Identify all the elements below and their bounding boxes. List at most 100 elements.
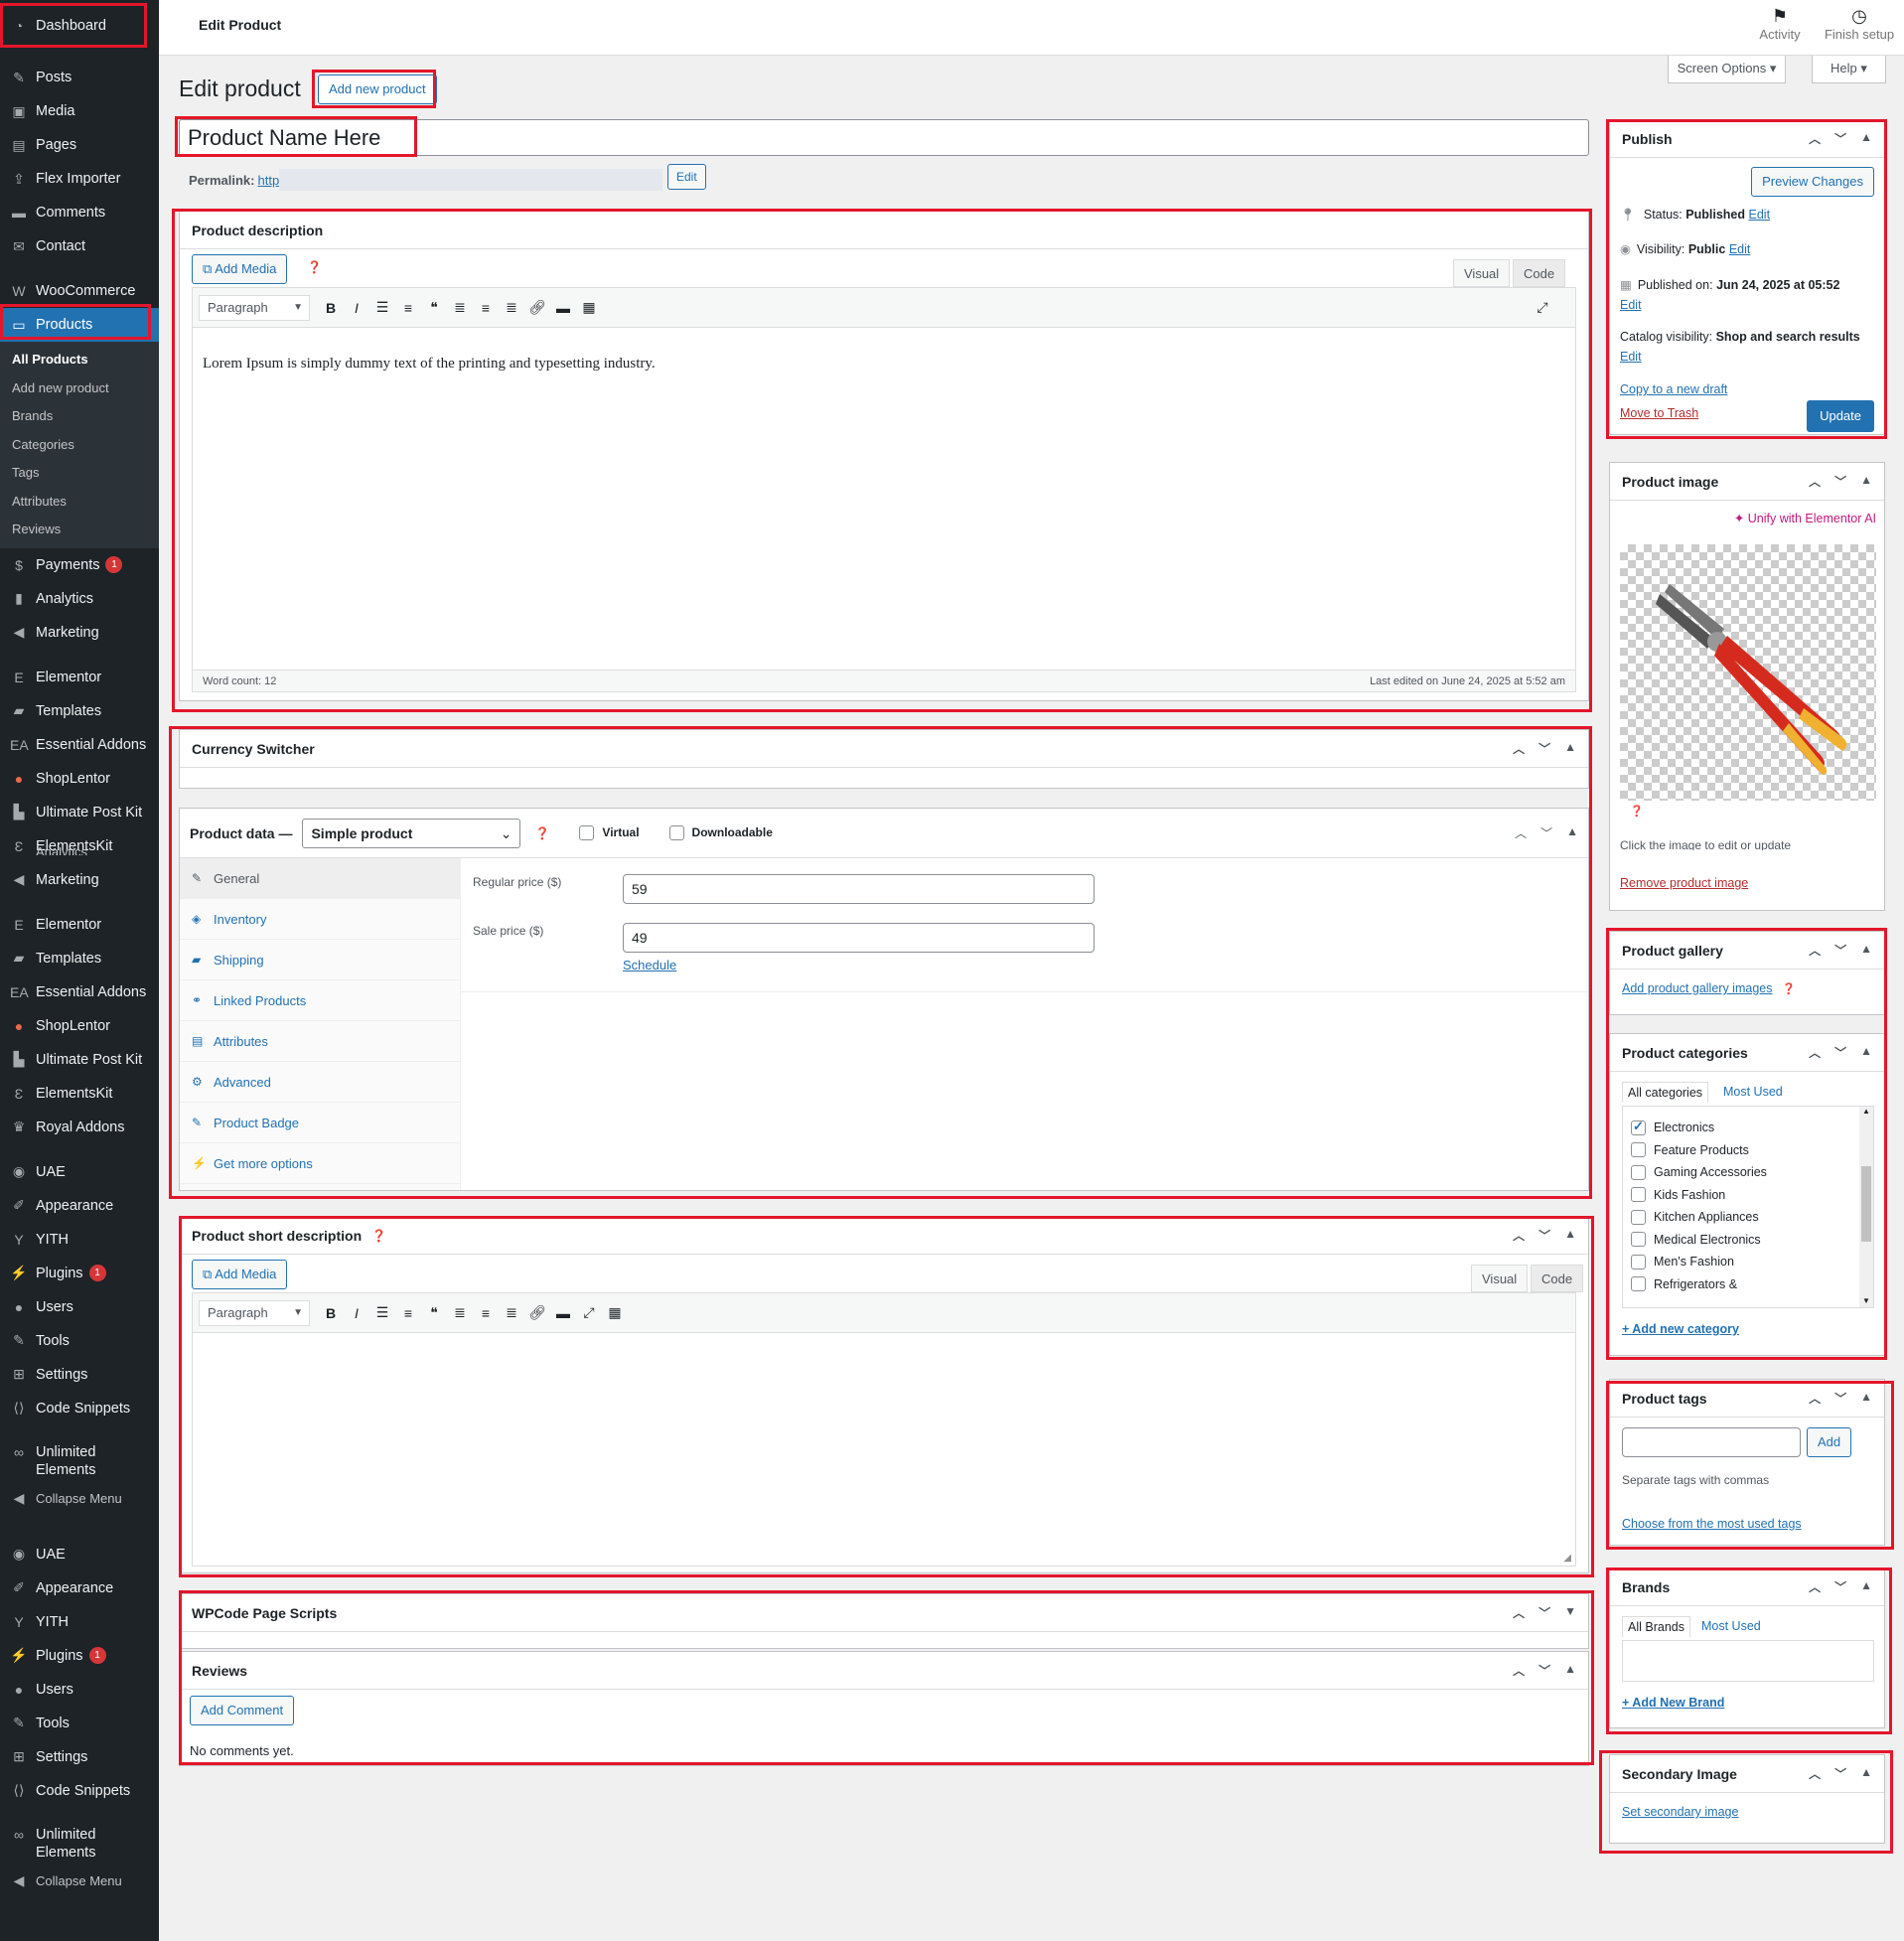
category-checkbox[interactable]: [1631, 1164, 1646, 1180]
panel-header[interactable]: Brands ︿ ﹀ ▲: [1610, 1568, 1884, 1606]
bold-icon[interactable]: B: [318, 300, 344, 316]
chevron-down-icon[interactable]: ﹀: [1538, 1227, 1550, 1244]
tab-attributes[interactable]: ▤ Attributes: [180, 1021, 460, 1062]
category-checkbox[interactable]: [1631, 1209, 1646, 1225]
panel-header[interactable]: Product gallery ︿ ﹀ ▲: [1610, 932, 1884, 970]
finish-setup-button[interactable]: ◷ Finish setup: [1820, 6, 1899, 42]
italic-icon[interactable]: I: [344, 1305, 369, 1321]
short-editor-content[interactable]: [193, 1333, 1575, 1542]
remove-image-link[interactable]: Remove product image: [1620, 876, 1748, 890]
set-secondary-image-link[interactable]: Set secondary image: [1622, 1805, 1738, 1819]
panel-header[interactable]: Publish ︿ ﹀ ▲: [1610, 120, 1884, 158]
category-checkbox[interactable]: [1631, 1276, 1646, 1292]
category-item[interactable]: Medical Electronics: [1631, 1229, 1873, 1252]
submenu-add-new-product[interactable]: Add new product: [0, 374, 159, 403]
toggle-icon[interactable]: ▲: [1860, 1765, 1872, 1782]
toggle-icon[interactable]: ▲: [1860, 1578, 1872, 1595]
add-comment-button[interactable]: Add Comment: [190, 1696, 295, 1725]
sidebar-item-posts[interactable]: ✎ Posts: [0, 61, 159, 94]
add-media-button[interactable]: ⧉ Add Media: [192, 254, 288, 284]
toggle-icon[interactable]: ▼: [1564, 1604, 1576, 1621]
sidebar-item-comments[interactable]: ▬ Comments: [0, 196, 159, 229]
align-right-icon[interactable]: ≣: [499, 1304, 524, 1321]
align-center-icon[interactable]: ≡: [473, 300, 499, 316]
category-checkbox[interactable]: [1631, 1119, 1646, 1135]
category-item[interactable]: Refrigerators &: [1631, 1273, 1873, 1296]
panel-header[interactable]: Product tags ︿ ﹀ ▲: [1610, 1380, 1884, 1418]
chevron-down-icon[interactable]: ﹀: [1540, 824, 1552, 841]
toolbar-toggle-icon[interactable]: ▦: [576, 299, 602, 316]
tag-input[interactable]: [1622, 1427, 1801, 1457]
format-select[interactable]: Paragraph ▼: [199, 1299, 310, 1326]
chevron-down-icon[interactable]: ﹀: [1834, 942, 1846, 959]
chevron-up-icon[interactable]: ︿: [1809, 942, 1821, 959]
sidebar-item-tools[interactable]: ✎ Tools: [0, 1324, 159, 1358]
sidebar-item-unlimited-elements[interactable]: ∞ Unlimited Elements: [0, 1436, 159, 1482]
scroll-down-icon[interactable]: ▼: [1859, 1296, 1873, 1305]
sidebar-item-marketing[interactable]: ◀ Marketing: [0, 616, 159, 650]
edit-catalog-link[interactable]: Edit: [1620, 350, 1642, 364]
toggle-icon[interactable]: ▲: [1860, 130, 1872, 147]
toggle-icon[interactable]: ▲: [1564, 1227, 1576, 1244]
edit-status-link[interactable]: Edit: [1749, 208, 1771, 222]
add-new-category-link[interactable]: + Add new category: [1622, 1322, 1739, 1336]
panel-header[interactable]: Currency Switcher ︿ ﹀ ▲: [180, 730, 1588, 768]
add-new-product-button[interactable]: Add new product: [318, 75, 437, 104]
sidebar-item-users[interactable]: ● Users: [0, 1290, 159, 1324]
sidebar-item-appearance-2[interactable]: ✐ Appearance: [0, 1571, 159, 1605]
chevron-up-icon[interactable]: ︿: [1809, 130, 1821, 147]
sidebar-item-essential-addons-2[interactable]: EA Essential Addons: [0, 975, 159, 1009]
add-media-button[interactable]: ⧉ Add Media: [192, 1260, 288, 1289]
tab-most-used[interactable]: Most Used: [1723, 1085, 1783, 1099]
downloadable-checkbox[interactable]: Downloadable: [668, 825, 773, 841]
schedule-link[interactable]: Schedule: [623, 958, 676, 972]
sidebar-item-essential-addons[interactable]: EA Essential Addons: [0, 728, 159, 762]
sidebar-item-ultimate-post-kit-2[interactable]: ▙ Ultimate Post Kit: [0, 1043, 159, 1077]
tab-get-more-options[interactable]: ⚡ Get more options: [180, 1143, 460, 1184]
sidebar-item-marketing-2[interactable]: ◀ Marketing: [0, 863, 159, 897]
sidebar-item-users-2[interactable]: ● Users: [0, 1673, 159, 1707]
tab-code[interactable]: Code: [1513, 259, 1566, 287]
add-gallery-images-link[interactable]: Add product gallery images: [1622, 981, 1772, 995]
editor-content[interactable]: Lorem Ipsum is simply dummy text of the …: [193, 328, 1575, 666]
add-tag-button[interactable]: Add: [1807, 1427, 1852, 1457]
chevron-up-icon[interactable]: ︿: [1809, 1044, 1821, 1061]
preview-changes-button[interactable]: Preview Changes: [1751, 167, 1874, 197]
toggle-icon[interactable]: ▲: [1860, 1390, 1872, 1407]
tab-inventory[interactable]: ◈ Inventory: [180, 899, 460, 940]
sidebar-item-code-snippets[interactable]: ⟨⟩ Code Snippets: [0, 1392, 159, 1425]
sidebar-item-yith-2[interactable]: Y YITH: [0, 1605, 159, 1639]
submenu-brands[interactable]: Brands: [0, 402, 159, 431]
tab-all-categories[interactable]: All categories: [1622, 1082, 1709, 1103]
chevron-up-icon[interactable]: ︿: [1809, 1390, 1821, 1407]
sidebar-item-elementor-2[interactable]: E Elementor: [0, 908, 159, 942]
add-new-brand-link[interactable]: + Add New Brand: [1622, 1696, 1724, 1710]
sidebar-item-elementskit-2[interactable]: Ɛ ElementsKit: [0, 1077, 159, 1111]
copy-draft-link[interactable]: Copy to a new draft: [1620, 382, 1727, 396]
sidebar-item-elementor[interactable]: E Elementor: [0, 661, 159, 694]
chevron-up-icon[interactable]: ︿: [1513, 1227, 1525, 1244]
panel-header[interactable]: Secondary Image ︿ ﹀ ▲: [1610, 1755, 1884, 1793]
choose-tags-link[interactable]: Choose from the most used tags: [1622, 1517, 1802, 1531]
chevron-up-icon[interactable]: ︿: [1513, 740, 1525, 757]
elementor-ai-link[interactable]: ✦ Unify with Elementor AI: [1734, 511, 1876, 525]
sidebar-item-shoplentor[interactable]: ● ShopLentor: [0, 762, 159, 796]
chevron-down-icon[interactable]: ﹀: [1834, 1390, 1846, 1407]
chevron-down-icon[interactable]: ﹀: [1538, 1662, 1550, 1679]
tab-shipping[interactable]: ▰ Shipping: [180, 940, 460, 980]
category-item[interactable]: Electronics: [1631, 1117, 1873, 1139]
scroll-thumb[interactable]: [1861, 1166, 1871, 1242]
sidebar-item-uae[interactable]: ◉ UAE: [0, 1155, 159, 1189]
sidebar-item-products[interactable]: ▭ Products: [0, 308, 159, 342]
fullscreen-icon[interactable]: ⤢: [576, 1304, 602, 1321]
virtual-checkbox[interactable]: Virtual: [579, 825, 640, 841]
panel-header[interactable]: Product short description ❓ ︿ ﹀ ▲: [180, 1217, 1588, 1255]
quote-icon[interactable]: ❝: [421, 299, 447, 316]
sidebar-item-uae-2[interactable]: ◉ UAE: [0, 1538, 159, 1571]
tab-visual[interactable]: Visual: [1453, 259, 1511, 287]
submenu-tags[interactable]: Tags: [0, 459, 159, 488]
category-item[interactable]: Feature Products: [1631, 1139, 1873, 1162]
format-select[interactable]: Paragraph ▼: [199, 294, 310, 321]
product-type-select[interactable]: Simple product ⌄: [302, 818, 521, 848]
sidebar-item-tools-2[interactable]: ✎ Tools: [0, 1707, 159, 1740]
